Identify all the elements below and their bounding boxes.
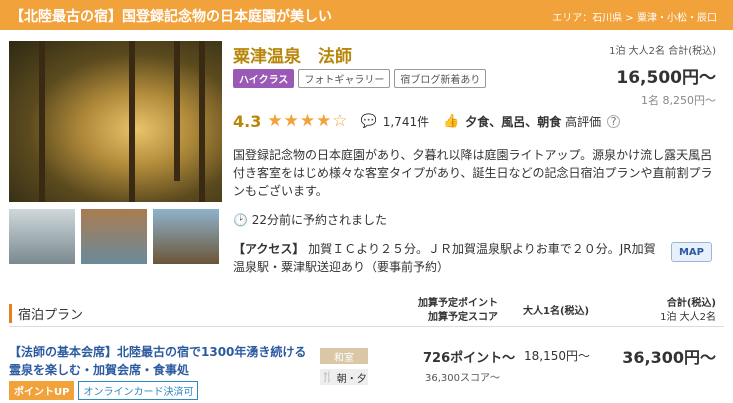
tag-high-class: ハイクラス	[233, 69, 295, 88]
hotel-description: 国登録記念物の日本庭園があり、夕暮れ以降は庭園ライトアップ。源泉かけ流し露天風呂…	[233, 148, 713, 198]
praise-suffix: 高評価	[565, 114, 602, 129]
review-count[interactable]: 1,741件	[383, 113, 429, 130]
plan-name[interactable]: 【法師の基本会席】北陸最古の宿で1300年湧き続ける霊泉を楽しむ・加賀会席・食事…	[9, 343, 309, 379]
col-total-sub: 1泊 大人2名	[660, 312, 716, 323]
plan-badges: ポイントUP オンラインカード決済可	[9, 381, 199, 400]
col-score-label: 加算予定スコア	[428, 312, 498, 323]
recent-booking-text: 22分前に予約されました	[251, 213, 388, 227]
price-total: 16,500円〜	[616, 68, 716, 88]
tag-photo-gallery[interactable]: フォトギャラリー	[298, 69, 391, 88]
thumbnail-building[interactable]	[153, 209, 219, 264]
plans-divider	[9, 326, 724, 327]
thumbs-up-icon: 👍	[443, 113, 460, 129]
col-total-header: 合計(税込) 1泊 大人2名	[660, 297, 716, 325]
header-title: 【北陸最古の宿】国登録記念物の日本庭園が美しい	[10, 9, 332, 25]
plan-adult-price: 18,150円〜	[524, 349, 590, 363]
header-bar: 【北陸最古の宿】国登録記念物の日本庭園が美しい エリア：石川県 > 粟津・小松・…	[0, 0, 733, 30]
meal-label: 朝・夕	[336, 373, 367, 385]
recent-booking: 🕑 22分前に予約されました	[233, 211, 387, 228]
meal-badge: 🍴 朝・夕	[320, 369, 368, 385]
help-icon[interactable]: ?	[607, 114, 621, 128]
access-info: 【アクセス】 加賀ＩＣより２５分。ＪＲ加賀温泉駅よりお車で２０分。JR加賀温泉駅…	[233, 240, 658, 276]
col-points-label: 加算予定ポイント	[418, 298, 498, 309]
cutlery-icon: 🍴	[321, 371, 334, 383]
badge-point-up: ポイントUP	[9, 381, 75, 400]
hotel-tags: ハイクラス フォトギャラリー 宿ブログ新着あり	[233, 69, 487, 88]
area-breadcrumb[interactable]: エリア：石川県 > 粟津・小松・辰口	[552, 9, 717, 24]
clock-icon: 🕑	[233, 213, 248, 227]
plan-total-price[interactable]: 36,300円〜	[622, 344, 716, 368]
col-total-label: 合計(税込)	[666, 298, 716, 309]
badge-online-payment: オンラインカード決済可	[78, 381, 199, 400]
map-button[interactable]: MAP	[671, 242, 712, 262]
room-type-badge: 和室	[320, 348, 368, 364]
comment-icon: 💬	[360, 113, 377, 129]
plans-heading: 宿泊プラン	[9, 304, 83, 323]
rating-score: 4.3	[233, 111, 262, 131]
praise-text: 夕食、風呂、朝食 高評価	[465, 113, 601, 130]
plan-score: 36,300スコア〜	[425, 373, 500, 384]
col-points-header: 加算予定ポイント 加算予定スコア	[418, 297, 498, 325]
thumbnail-indoor-bath[interactable]	[81, 209, 147, 264]
col-adult-header: 大人1名(税込)	[523, 306, 590, 317]
plan-points: 726ポイント〜	[423, 351, 516, 366]
thumbnail-bath[interactable]	[9, 209, 75, 264]
rating-stars: ★★★★☆	[267, 111, 349, 131]
price-box: 1泊 大人2名 合計(税込) 16,500円〜 1名 8,250円〜	[609, 42, 716, 108]
tag-blog-new[interactable]: 宿ブログ新着あり	[394, 69, 487, 88]
price-condition: 1泊 大人2名 合計(税込)	[609, 46, 716, 57]
main-photo[interactable]	[9, 41, 222, 202]
access-label: 【アクセス】	[233, 242, 305, 256]
rating-row: 4.3 ★★★★☆ 💬 1,741件 👍 夕食、風呂、朝食 高評価 ?	[233, 111, 621, 131]
price-per-person: 1名 8,250円〜	[641, 94, 716, 107]
praise-items: 夕食、風呂、朝食	[465, 114, 562, 129]
hotel-name[interactable]: 粟津温泉 法師	[233, 42, 352, 67]
